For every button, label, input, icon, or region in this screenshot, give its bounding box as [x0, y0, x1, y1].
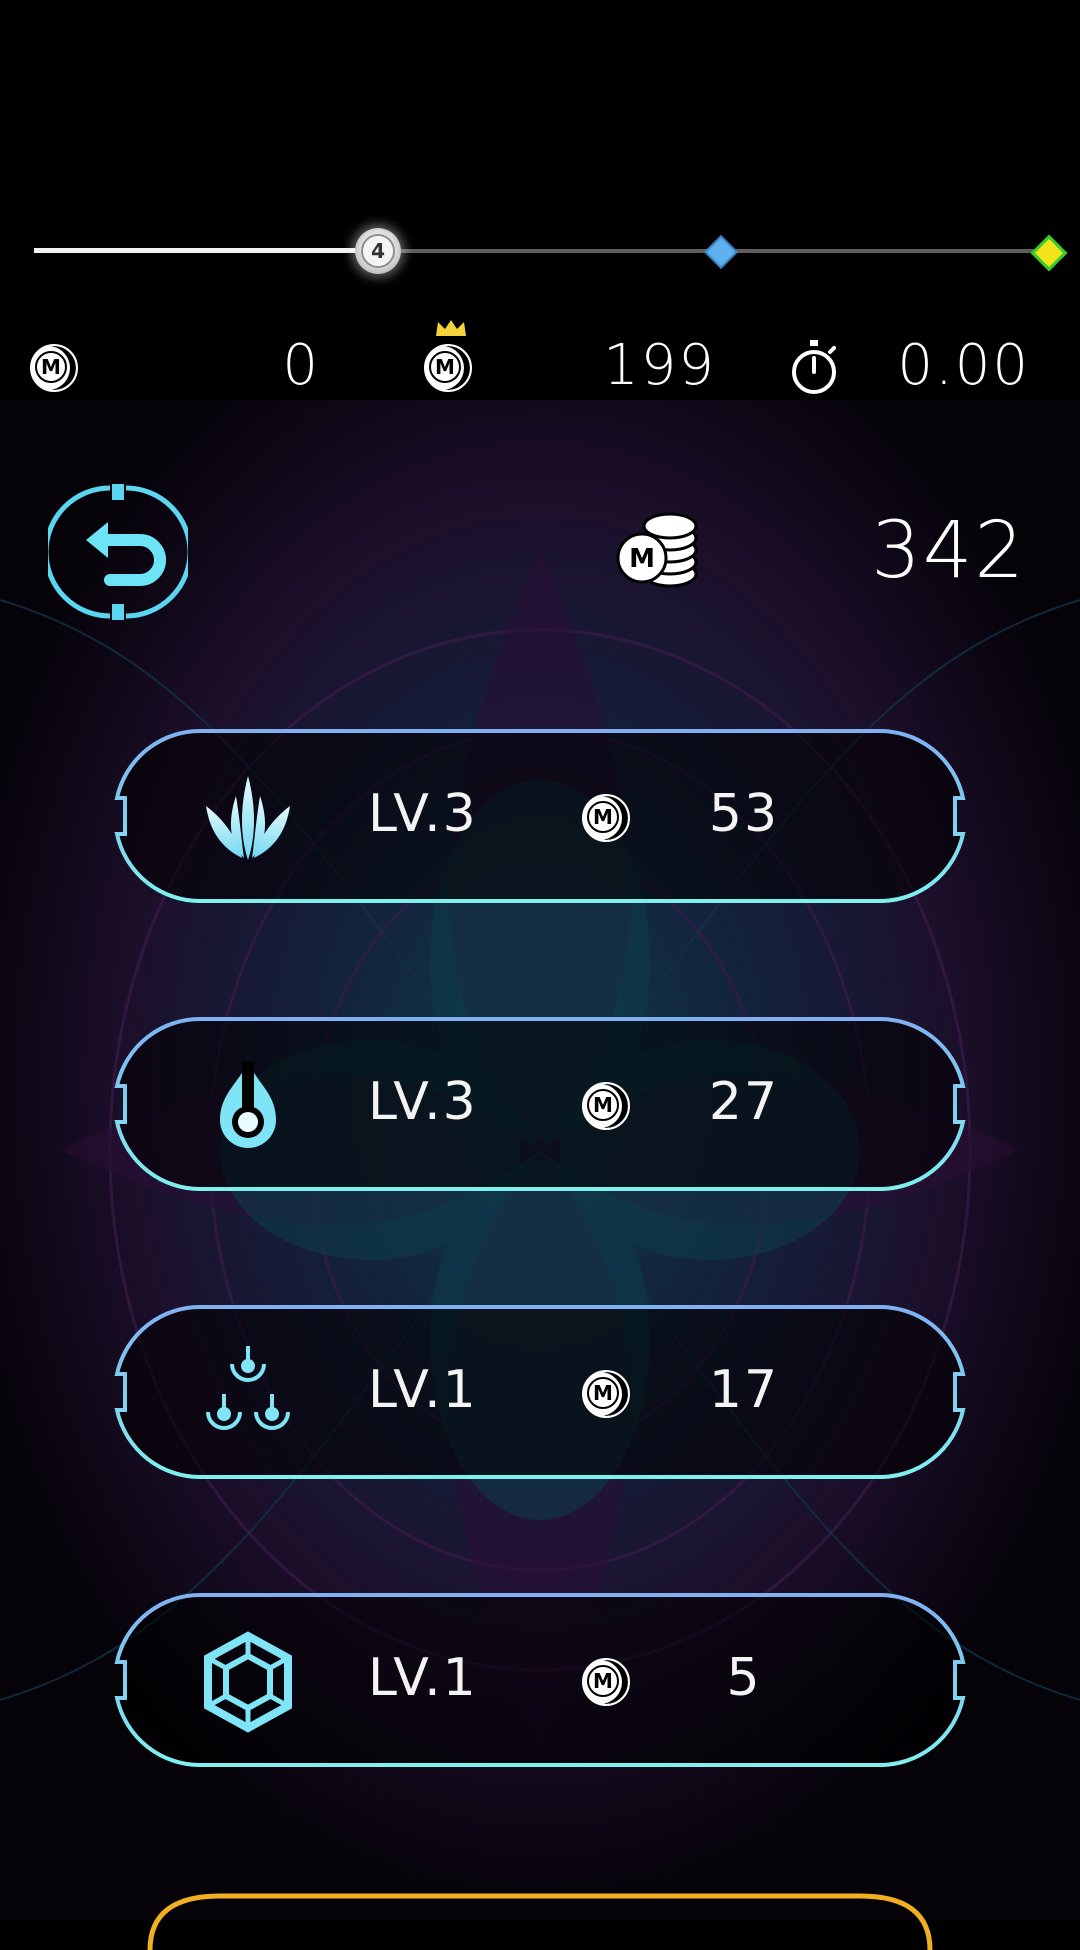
svg-text:M: M: [629, 544, 655, 574]
current-coins: 0: [282, 333, 320, 398]
upgrade-cost: 27: [708, 1072, 780, 1132]
spikes-icon: [206, 776, 290, 860]
upgrade-cost: 5: [726, 1648, 762, 1708]
total-coins: 342: [871, 506, 1026, 596]
upgrade-row-4[interactable]: LV.1 M 5: [114, 1592, 966, 1768]
progress-fill: [34, 248, 379, 253]
upgrade-cost: 53: [708, 784, 780, 844]
best-coin-icon: M: [424, 344, 472, 392]
coin-icon: M: [582, 1370, 630, 1418]
stage-number: 4: [361, 234, 396, 268]
back-button[interactable]: [48, 482, 188, 622]
triple-orb-icon: [206, 1346, 290, 1430]
upgrade-level: LV.1: [368, 1648, 478, 1708]
best-coins: 199: [603, 333, 716, 398]
crown-icon: [436, 320, 466, 336]
stopwatch-icon: [792, 340, 836, 394]
hexagon-shield-icon: [204, 1631, 292, 1733]
coin-icon: M: [30, 344, 78, 392]
upgrade-row-1[interactable]: LV.3 M 53: [114, 728, 966, 904]
upgrade-level: LV.3: [368, 1072, 478, 1132]
coin-stack-icon: M: [616, 512, 698, 588]
upgrade-level: LV.3: [368, 784, 478, 844]
upgrade-row-2[interactable]: LV.3 M 27: [114, 1016, 966, 1192]
undo-arrow-icon: [86, 522, 166, 586]
checkpoint-marker-blue: [704, 235, 739, 269]
stage-progress-bar: 4: [34, 228, 1068, 274]
upgrade-level: LV.1: [368, 1360, 478, 1420]
stats-row: M 0 M 199 0.00: [0, 330, 1080, 402]
coin-icon: M: [582, 794, 630, 842]
coin-icon: M: [582, 1658, 630, 1706]
upgrade-row-3[interactable]: LV.1 M 17: [114, 1304, 966, 1480]
elapsed-time: 0.00: [897, 333, 1030, 398]
flame-orb-icon: [220, 1062, 276, 1148]
progress-knob[interactable]: 4: [355, 228, 402, 274]
upgrade-cost: 17: [708, 1360, 780, 1420]
bottom-action-button[interactable]: [130, 1890, 950, 1950]
coin-icon: M: [582, 1082, 630, 1130]
